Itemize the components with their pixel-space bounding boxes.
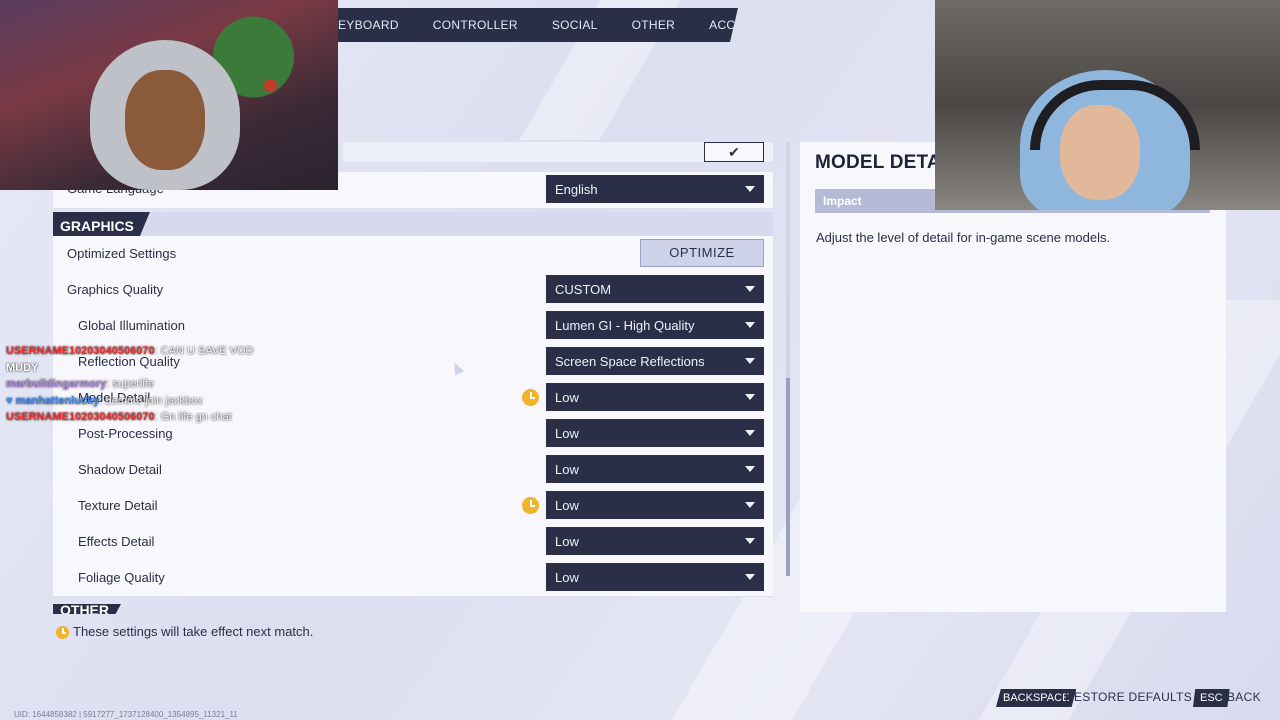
dropdown-value: Lumen GI - High Quality [555, 318, 695, 333]
chevron-down-icon [745, 186, 755, 192]
chevron-down-icon [745, 430, 755, 436]
foliage-quality-dropdown[interactable]: Low [546, 563, 764, 591]
chat-username: USERNAME10203040506070 [6, 345, 155, 357]
chat-text: : Gn life gn chat [154, 411, 232, 423]
chat-username: USERNAME10203040506070 [6, 411, 155, 423]
clock-icon [522, 497, 539, 514]
tab-keyboard[interactable]: EYBOARD [338, 18, 399, 32]
setting-label: Global Illumination [78, 318, 185, 333]
post-processing-dropdown[interactable]: Low [546, 419, 764, 447]
stream-chat-overlay: USERNAME10203040506070: CAN U SAVE VOD M… [6, 343, 253, 426]
setting-label: Effects Detail [78, 534, 155, 549]
build-id: UID: 1644858382 | 5917277_1737128400_135… [14, 710, 238, 719]
chevron-down-icon [745, 466, 755, 472]
settings-tab-bar: EYBOARD CONTROLLER SOCIAL OTHER ACCESSIB… [338, 8, 738, 42]
chat-message: USERNAME10203040506070: CAN U SAVE VOD [6, 343, 253, 360]
setting-row-graphics-quality: Graphics Quality CUSTOM [53, 272, 773, 309]
streamer-face [125, 70, 205, 170]
tab-social[interactable]: SOCIAL [552, 18, 598, 32]
dropdown-value: Low [555, 390, 579, 405]
dropdown-value: Low [555, 462, 579, 477]
webcam-left [0, 0, 338, 190]
section-title: OTHER [60, 604, 109, 614]
chat-message: MUDY [6, 360, 253, 377]
setting-label: Shadow Detail [78, 462, 162, 477]
chat-username: ♥ manhattenlucky [6, 394, 100, 407]
dropdown-value: Low [555, 498, 579, 513]
setting-row-shadow-detail: Shadow Detail Low [53, 452, 773, 489]
dropdown-value: Low [555, 570, 579, 585]
effect-note-text: These settings will take effect next mat… [73, 624, 314, 639]
chevron-down-icon [745, 394, 755, 400]
model-detail-dropdown[interactable]: Low [546, 383, 764, 411]
detail-panel: MODEL DETAIL Impact Adjust the level of … [800, 142, 1226, 612]
apply-checkbox[interactable]: ✔ [704, 142, 764, 162]
dropdown-value: English [555, 182, 598, 197]
clock-icon [522, 389, 539, 406]
setting-label: Post-Processing [78, 426, 173, 441]
chat-username: MUDY [6, 361, 39, 374]
chat-message: ♥ manhattenlucky: Lemme join jackbox [6, 393, 253, 410]
effects-detail-dropdown[interactable]: Low [546, 527, 764, 555]
graphics-quality-dropdown[interactable]: CUSTOM [546, 275, 764, 303]
chat-message: USERNAME10203040506070: Gn life gn chat [6, 409, 253, 426]
chevron-down-icon [745, 286, 755, 292]
dropdown-value: Low [555, 534, 579, 549]
optimize-button[interactable]: OPTIMIZE [640, 239, 764, 267]
other-section-header: OTHER [53, 604, 121, 614]
shadow-detail-dropdown[interactable]: Low [546, 455, 764, 483]
texture-detail-dropdown[interactable]: Low [546, 491, 764, 519]
impact-label: Impact [823, 194, 862, 208]
restore-defaults-button[interactable]: RESTORE DEFAULTS [1065, 690, 1192, 704]
chevron-down-icon [745, 574, 755, 580]
detail-description: Adjust the level of detail for in-game s… [816, 230, 1111, 245]
tab-controller[interactable]: CONTROLLER [433, 18, 518, 32]
setting-row-optimized: Optimized Settings OPTIMIZE [53, 236, 773, 273]
dropdown-value: Low [555, 426, 579, 441]
chat-text: : CAN U SAVE VOD [154, 345, 254, 357]
back-button[interactable]: BACK [1227, 690, 1261, 704]
clock-icon [56, 626, 69, 639]
setting-row-foliage-quality: Foliage Quality Low [53, 560, 773, 597]
chat-text: : Lemme join jackbox [99, 394, 203, 407]
global-illumination-dropdown[interactable]: Lumen GI - High Quality [546, 311, 764, 339]
chevron-down-icon [745, 358, 755, 364]
chat-text: : superlife [106, 378, 154, 390]
game-language-dropdown[interactable]: English [546, 175, 764, 203]
esc-key-hint: ESC [1193, 689, 1230, 707]
setting-label: Foliage Quality [78, 570, 165, 585]
dropdown-value: CUSTOM [555, 282, 612, 297]
tab-accessibility[interactable]: ACCESSIBILITY [709, 18, 738, 32]
webcam-right [935, 0, 1280, 210]
reflection-quality-dropdown[interactable]: Screen Space Reflections [546, 347, 764, 375]
tab-other[interactable]: OTHER [632, 18, 676, 32]
setting-row-effects-detail: Effects Detail Low [53, 524, 773, 561]
chevron-down-icon [745, 322, 755, 328]
checkmark-icon: ✔ [728, 144, 740, 160]
dropdown-value: Screen Space Reflections [555, 354, 705, 369]
setting-label: Texture Detail [78, 498, 158, 513]
setting-row-global-illumination: Global Illumination Lumen GI - High Qual… [53, 308, 773, 345]
setting-row-texture-detail: Texture Detail Low [53, 488, 773, 525]
effect-note: These settings will take effect next mat… [56, 623, 313, 639]
chevron-down-icon [745, 538, 755, 544]
chat-message: marbuildingarmory: superlife [6, 376, 253, 393]
chevron-down-icon [745, 502, 755, 508]
setting-label: Graphics Quality [67, 282, 164, 297]
scrollbar-thumb[interactable] [786, 378, 790, 576]
chat-username: marbuildingarmory [6, 378, 107, 390]
setting-label: Optimized Settings [67, 246, 177, 261]
